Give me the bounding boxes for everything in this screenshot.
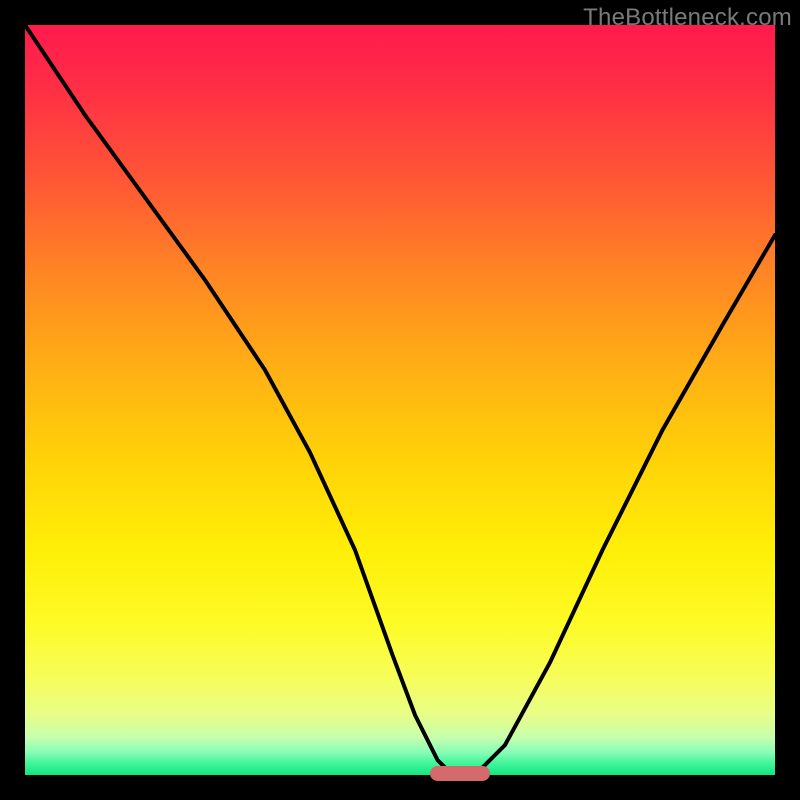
- watermark-text: TheBottleneck.com: [583, 4, 792, 32]
- plot-frame: [25, 25, 775, 775]
- bottleneck-marker: [430, 766, 490, 781]
- gradient-background: [25, 25, 775, 775]
